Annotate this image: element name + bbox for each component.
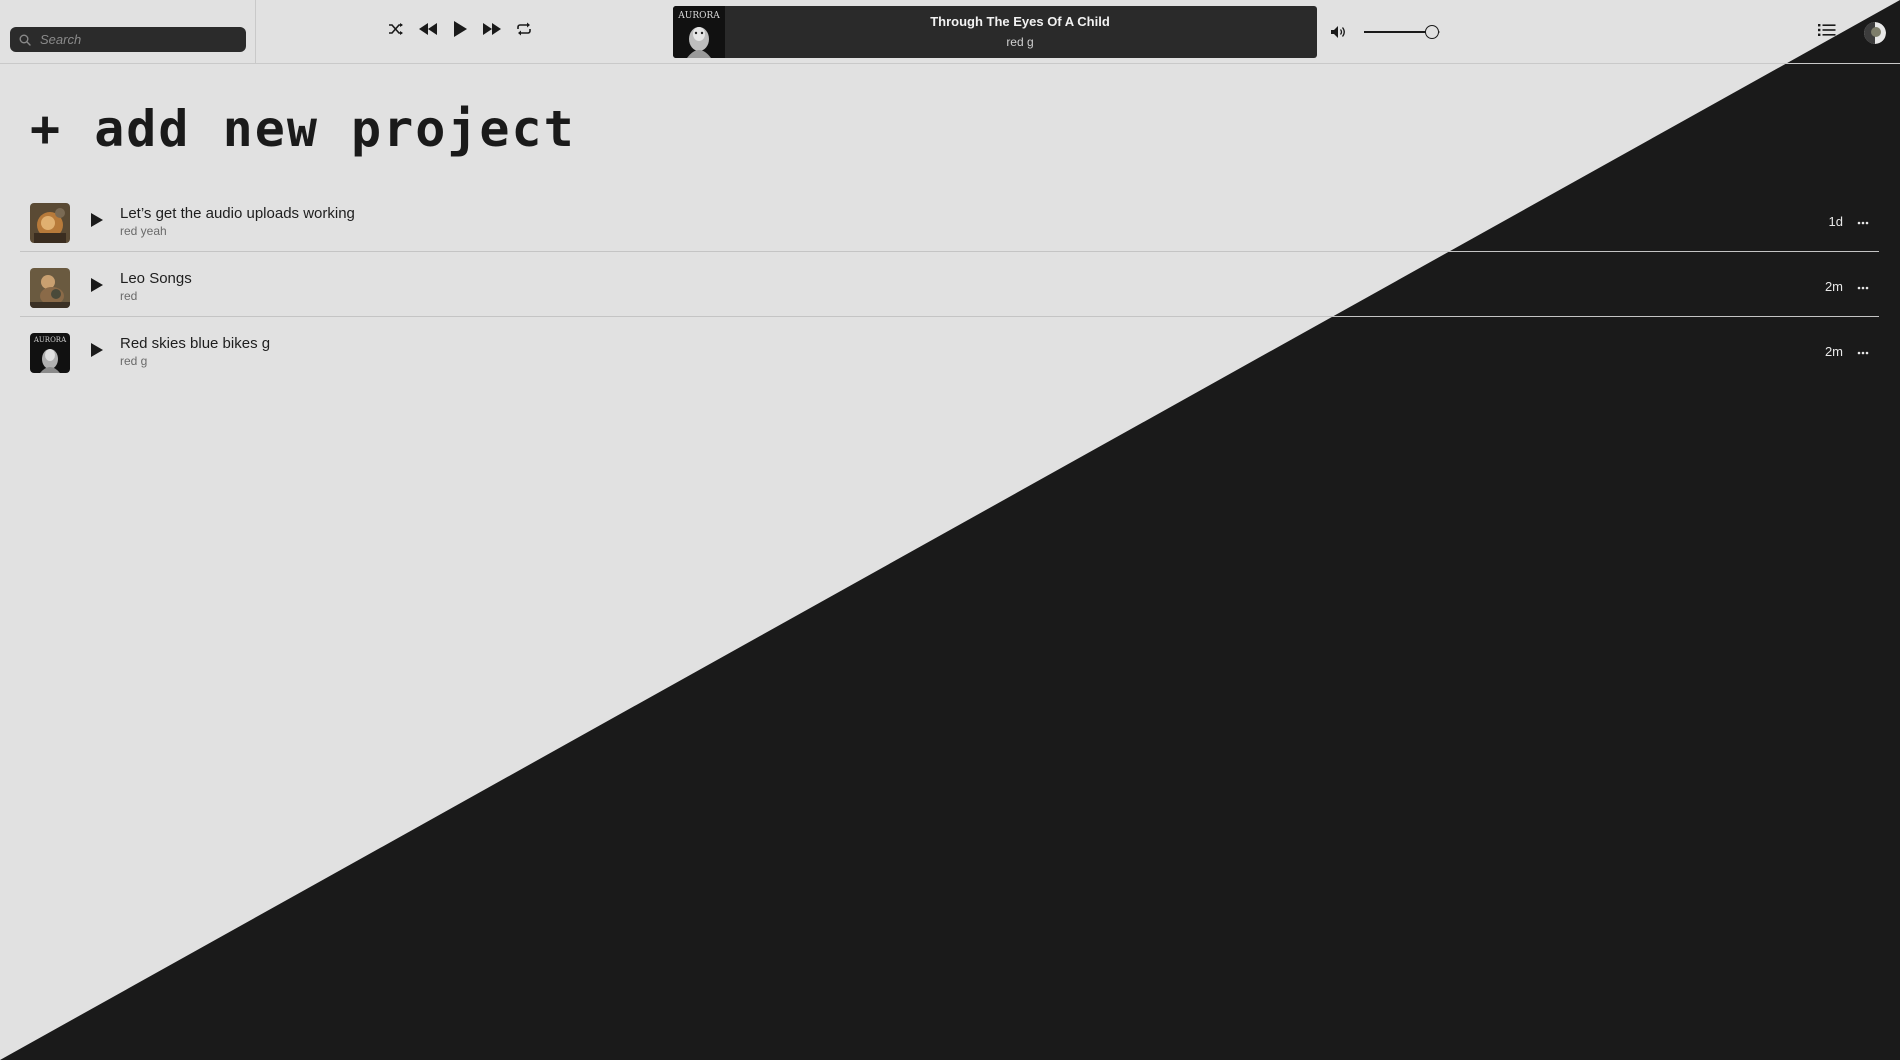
project-age: 2m (1824, 344, 1843, 359)
more-icon (1857, 277, 1869, 295)
project-artist: red g (120, 354, 148, 368)
repeat-icon (516, 22, 532, 41)
project-thumbnail: AURORA (30, 333, 70, 373)
search-box[interactable] (10, 27, 246, 52)
project-age: 2m (1824, 279, 1843, 294)
previous-button[interactable] (412, 18, 444, 44)
project-title[interactable]: Let’s get the audio uploads working (120, 205, 355, 222)
track-title: Through The Eyes Of A Child (930, 14, 1110, 29)
now-playing-bar[interactable]: AURORA Through The Eyes Of A Child red g (673, 6, 1317, 58)
album-art-logo: AURORA (677, 11, 720, 21)
track-artist: red g (1006, 35, 1034, 49)
list-icon (1818, 23, 1836, 42)
repeat-button[interactable] (508, 18, 540, 44)
volume-knob[interactable] (1425, 25, 1439, 39)
more-icon (1857, 342, 1869, 360)
more-options-button[interactable] (1853, 211, 1873, 231)
project-title[interactable]: Red skies blue bikes g (120, 335, 270, 352)
shuffle-icon (388, 22, 404, 41)
volume-fill (1364, 31, 1432, 33)
now-playing-info: Through The Eyes Of A Child red g (725, 6, 1317, 58)
speaker-icon[interactable] (1328, 22, 1348, 42)
project-row[interactable]: AURORA Red skies blue bikes g red g 2m (20, 317, 1879, 381)
fast-forward-icon (482, 22, 502, 41)
play-icon (452, 20, 468, 43)
more-options-button[interactable] (1853, 276, 1873, 296)
queue-button[interactable] (1816, 22, 1838, 42)
project-row[interactable]: Leo Songs red 2m (20, 252, 1879, 317)
add-new-project-button[interactable]: + add new project (30, 100, 576, 158)
play-button[interactable] (444, 18, 476, 44)
play-icon (90, 277, 104, 298)
project-play-button[interactable] (88, 212, 106, 233)
more-icon (1857, 212, 1869, 230)
project-age: 1d (1828, 214, 1843, 229)
search-input[interactable] (32, 27, 246, 52)
thumbnail-logo: AURORA (33, 336, 67, 344)
project-thumbnail (30, 203, 70, 243)
album-art: AURORA (673, 6, 725, 58)
search-icon (18, 33, 32, 47)
project-play-button[interactable] (88, 277, 106, 298)
playback-controls (380, 18, 540, 44)
volume-slider[interactable] (1364, 20, 1440, 44)
project-title[interactable]: Leo Songs (120, 270, 192, 287)
project-row[interactable]: Let’s get the audio uploads working red … (20, 187, 1879, 252)
top-bar: AURORA Through The Eyes Of A Child red g (0, 0, 1900, 64)
project-artist: red (120, 289, 138, 303)
project-thumbnail (30, 268, 70, 308)
rewind-icon (418, 22, 438, 41)
project-list: Let’s get the audio uploads working red … (20, 187, 1879, 381)
divider (255, 0, 256, 63)
shuffle-button[interactable] (380, 18, 412, 44)
avatar[interactable] (1864, 22, 1886, 44)
play-icon (90, 342, 104, 363)
diagonal-background (0, 0, 1900, 1060)
project-play-button[interactable] (88, 342, 106, 363)
play-icon (90, 212, 104, 233)
volume-control (1328, 20, 1440, 44)
more-options-button[interactable] (1853, 341, 1873, 361)
project-artist: red yeah (120, 224, 167, 238)
next-button[interactable] (476, 18, 508, 44)
